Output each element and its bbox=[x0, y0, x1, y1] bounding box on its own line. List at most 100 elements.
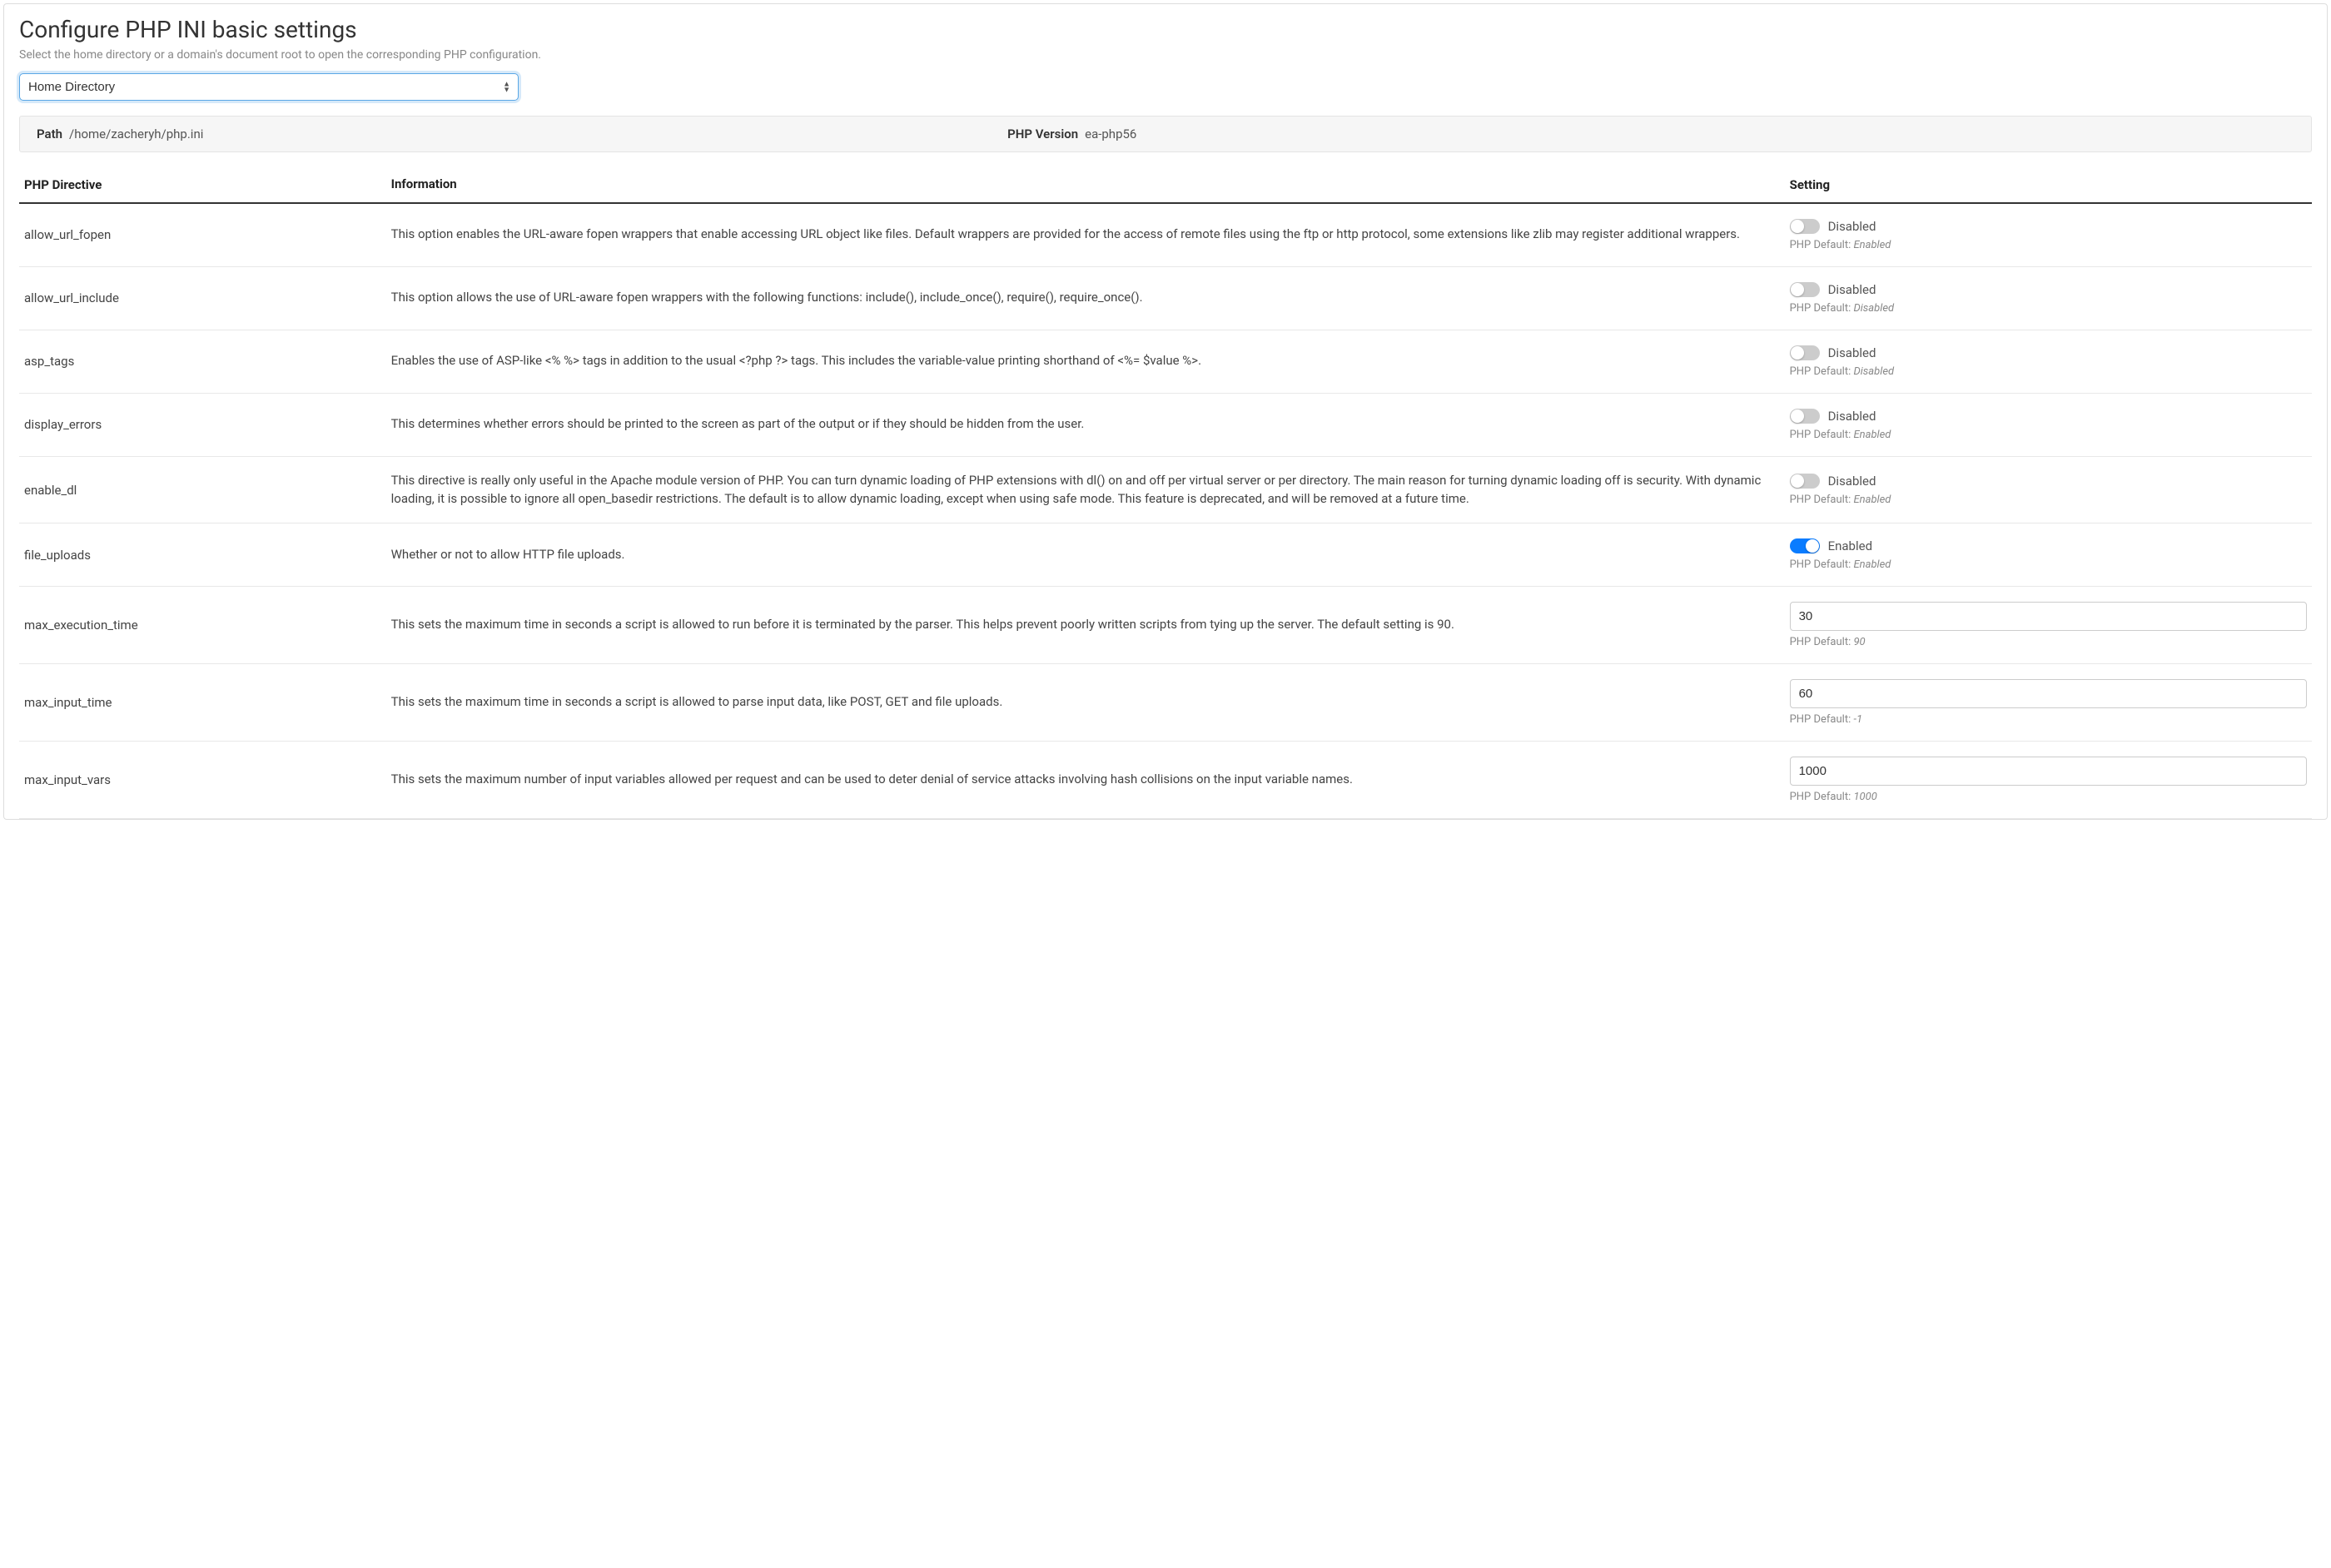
php-default: PHP Default: Enabled bbox=[1790, 429, 2307, 441]
info-path-value: /home/zacheryh/php.ini bbox=[69, 127, 203, 141]
toggle-knob-icon bbox=[1806, 539, 1819, 553]
toggle-knob-icon bbox=[1791, 474, 1804, 488]
php-default-value: -1 bbox=[1853, 713, 1862, 726]
directive-name: display_errors bbox=[19, 393, 386, 456]
directive-info: This determines whether errors should be… bbox=[386, 393, 1785, 456]
php-default-label: PHP Default: bbox=[1790, 494, 1854, 506]
toggle-enable_dl[interactable] bbox=[1790, 474, 1820, 489]
directive-row-display_errors: display_errorsThis determines whether er… bbox=[19, 393, 2312, 456]
php-default-value: Enabled bbox=[1853, 494, 1891, 506]
php-default-label: PHP Default: bbox=[1790, 558, 1854, 571]
directive-row-asp_tags: asp_tagsEnables the use of ASP-like <% %… bbox=[19, 330, 2312, 393]
toggle-allow_url_include[interactable] bbox=[1790, 282, 1820, 297]
toggle-display_errors[interactable] bbox=[1790, 409, 1820, 424]
directive-row-allow_url_include: allow_url_includeThis option allows the … bbox=[19, 266, 2312, 330]
toggle-status: Disabled bbox=[1828, 409, 1876, 424]
directive-setting: Disabled PHP Default: Enabled bbox=[1785, 393, 2312, 456]
php-ini-settings-panel: Configure PHP INI basic settings Select … bbox=[3, 3, 2328, 820]
directive-name: enable_dl bbox=[19, 456, 386, 523]
directive-name: max_execution_time bbox=[19, 587, 386, 664]
directive-info: This option allows the use of URL-aware … bbox=[386, 266, 1785, 330]
toggle-knob-icon bbox=[1791, 346, 1804, 360]
php-default: PHP Default: 1000 bbox=[1790, 791, 2307, 803]
php-default: PHP Default: Disabled bbox=[1790, 365, 2307, 378]
info-version: PHP Version ea-php56 bbox=[1007, 127, 1136, 141]
toggle-knob-icon bbox=[1791, 409, 1804, 423]
directive-row-allow_url_fopen: allow_url_fopenThis option enables the U… bbox=[19, 203, 2312, 267]
directive-row-max_execution_time: max_execution_timeThis sets the maximum … bbox=[19, 587, 2312, 664]
toggle-file_uploads[interactable] bbox=[1790, 538, 1820, 553]
directive-name: allow_url_fopen bbox=[19, 203, 386, 267]
info-path: Path /home/zacheryh/php.ini bbox=[37, 127, 1007, 141]
php-default-value: 1000 bbox=[1853, 791, 1876, 803]
input-max_input_time[interactable] bbox=[1790, 679, 2307, 708]
directive-name: allow_url_include bbox=[19, 266, 386, 330]
directive-setting: EnabledPHP Default: Enabled bbox=[1785, 523, 2312, 587]
php-default-value: Enabled bbox=[1853, 558, 1891, 571]
directive-row-file_uploads: file_uploadsWhether or not to allow HTTP… bbox=[19, 523, 2312, 587]
php-default-value: Enabled bbox=[1853, 429, 1891, 441]
directive-setting: Disabled PHP Default: Enabled bbox=[1785, 203, 2312, 267]
php-default: PHP Default: Enabled bbox=[1790, 494, 2307, 506]
php-default-label: PHP Default: bbox=[1790, 429, 1854, 441]
input-max_execution_time[interactable] bbox=[1790, 602, 2307, 631]
toggle-status: Disabled bbox=[1828, 219, 1876, 234]
info-version-label: PHP Version bbox=[1007, 127, 1078, 141]
toggle-allow_url_fopen[interactable] bbox=[1790, 219, 1820, 234]
toggle-status: Disabled bbox=[1828, 345, 1876, 360]
directive-row-max_input_vars: max_input_varsThis sets the maximum numb… bbox=[19, 742, 2312, 819]
php-default-value: 90 bbox=[1853, 636, 1865, 648]
php-default-label: PHP Default: bbox=[1790, 239, 1854, 251]
directives-table: PHP Directive Information Setting allow_… bbox=[19, 167, 2312, 819]
php-default-label: PHP Default: bbox=[1790, 302, 1854, 315]
directive-name: asp_tags bbox=[19, 330, 386, 393]
toggle-asp_tags[interactable] bbox=[1790, 345, 1820, 360]
php-default-value: Disabled bbox=[1853, 302, 1894, 315]
php-default-value: Enabled bbox=[1853, 239, 1891, 251]
directive-setting: PHP Default: 90 bbox=[1785, 587, 2312, 664]
location-select[interactable]: Home Directory bbox=[19, 73, 519, 101]
directive-info: Enables the use of ASP-like <% %> tags i… bbox=[386, 330, 1785, 393]
directive-setting: PHP Default: 1000 bbox=[1785, 742, 2312, 819]
directive-info: Whether or not to allow HTTP file upload… bbox=[386, 523, 1785, 587]
info-bar: Path /home/zacheryh/php.ini PHP Version … bbox=[19, 116, 2312, 152]
col-header-setting: Setting bbox=[1785, 167, 2312, 203]
php-default-value: Disabled bbox=[1853, 365, 1894, 378]
directive-info: This option enables the URL-aware fopen … bbox=[386, 203, 1785, 267]
directive-info: This sets the maximum number of input va… bbox=[386, 742, 1785, 819]
directive-setting: PHP Default: -1 bbox=[1785, 664, 2312, 742]
info-path-label: Path bbox=[37, 127, 62, 141]
php-default-label: PHP Default: bbox=[1790, 636, 1854, 648]
directive-info: This sets the maximum time in seconds a … bbox=[386, 664, 1785, 742]
php-default: PHP Default: -1 bbox=[1790, 713, 2307, 726]
directive-info: This directive is really only useful in … bbox=[386, 456, 1785, 523]
col-header-directive: PHP Directive bbox=[19, 167, 386, 203]
php-default-label: PHP Default: bbox=[1790, 791, 1854, 803]
directive-row-max_input_time: max_input_timeThis sets the maximum time… bbox=[19, 664, 2312, 742]
toggle-status: Disabled bbox=[1828, 282, 1876, 297]
toggle-status: Disabled bbox=[1828, 474, 1876, 489]
page-title: Configure PHP INI basic settings bbox=[19, 16, 2312, 43]
php-default: PHP Default: Disabled bbox=[1790, 302, 2307, 315]
directive-name: file_uploads bbox=[19, 523, 386, 587]
directive-row-enable_dl: enable_dlThis directive is really only u… bbox=[19, 456, 2312, 523]
directive-name: max_input_vars bbox=[19, 742, 386, 819]
directive-setting: DisabledPHP Default: Disabled bbox=[1785, 266, 2312, 330]
php-default: PHP Default: 90 bbox=[1790, 636, 2307, 648]
info-version-value: ea-php56 bbox=[1085, 127, 1136, 141]
directive-info: This sets the maximum time in seconds a … bbox=[386, 587, 1785, 664]
php-default-label: PHP Default: bbox=[1790, 713, 1854, 726]
toggle-knob-icon bbox=[1791, 220, 1804, 233]
col-header-info: Information bbox=[386, 167, 1785, 203]
directive-setting: Disabled PHP Default: Enabled bbox=[1785, 456, 2312, 523]
location-select-wrap: Home Directory ▲▼ bbox=[19, 73, 519, 101]
directive-setting: DisabledPHP Default: Disabled bbox=[1785, 330, 2312, 393]
toggle-status: Enabled bbox=[1828, 538, 1872, 553]
toggle-knob-icon bbox=[1791, 283, 1804, 296]
page-subtitle: Select the home directory or a domain's … bbox=[19, 48, 2312, 62]
php-default-label: PHP Default: bbox=[1790, 365, 1854, 378]
directive-name: max_input_time bbox=[19, 664, 386, 742]
input-max_input_vars[interactable] bbox=[1790, 757, 2307, 786]
php-default: PHP Default: Enabled bbox=[1790, 558, 2307, 571]
php-default: PHP Default: Enabled bbox=[1790, 239, 2307, 251]
